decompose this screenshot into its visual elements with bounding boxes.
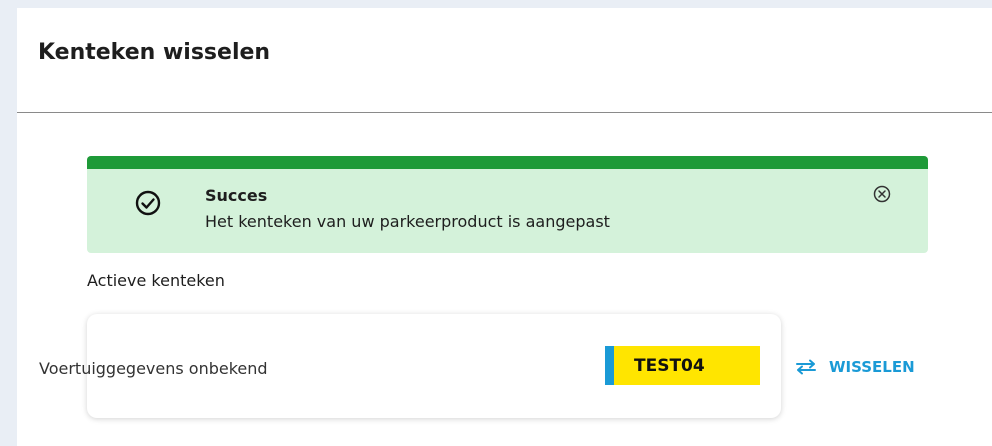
alert-top-bar bbox=[87, 156, 928, 169]
alert-message: Het kenteken van uw parkeerproduct is aa… bbox=[205, 212, 610, 231]
plate-country-band bbox=[605, 346, 614, 385]
page-title: Kenteken wisselen bbox=[38, 40, 271, 65]
check-circle-icon bbox=[135, 190, 161, 216]
swap-label: WISSELEN bbox=[829, 358, 915, 376]
vehicle-info: Voertuiggegevens onbekend bbox=[39, 359, 268, 378]
plate-number: TEST04 bbox=[634, 355, 705, 376]
header-divider bbox=[17, 112, 992, 113]
success-alert: Succes Het kenteken van uw parkeerproduc… bbox=[87, 156, 928, 253]
swap-arrows-icon bbox=[796, 359, 816, 375]
alert-title: Succes bbox=[205, 186, 268, 205]
content-panel: Kenteken wisselen Succes Het kenteken va… bbox=[17, 8, 992, 446]
close-circle-icon[interactable] bbox=[873, 185, 891, 203]
swap-button[interactable]: WISSELEN bbox=[795, 358, 915, 376]
license-plate: TEST04 bbox=[605, 346, 760, 385]
active-plates-label: Actieve kenteken bbox=[87, 271, 225, 290]
